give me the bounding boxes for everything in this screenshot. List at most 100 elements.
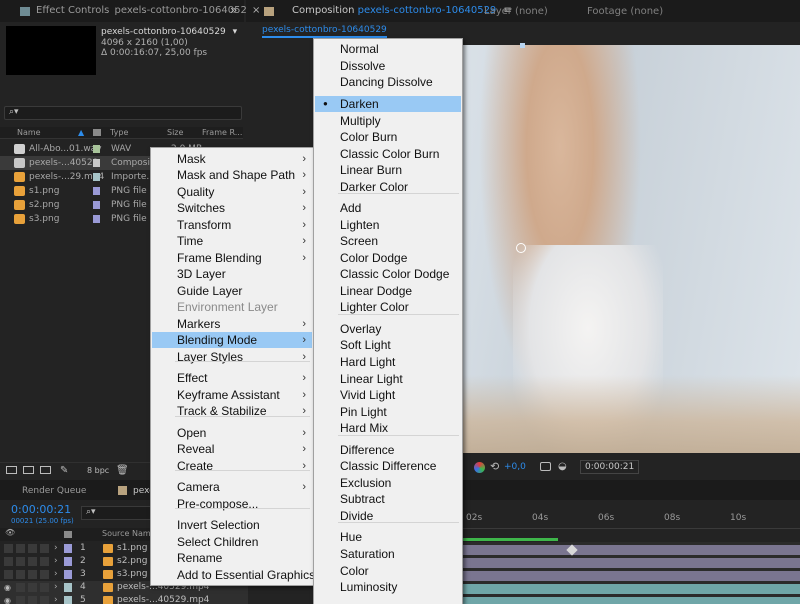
column-frame[interactable]: Frame R... — [202, 128, 242, 137]
context-menu-item[interactable]: Blending Mode › — [152, 332, 312, 348]
anchor-point-icon[interactable] — [516, 243, 526, 253]
track-area[interactable] — [462, 542, 800, 604]
blend-mode-item[interactable]: Hard Mix — [315, 420, 461, 436]
blend-mode-item[interactable]: Color Burn — [315, 129, 461, 145]
context-menu-item[interactable]: Select Children — [152, 534, 312, 550]
visibility-switch[interactable]: ◉ — [4, 583, 13, 592]
blend-mode-item[interactable]: Multiply — [315, 113, 461, 129]
label-color-swatch[interactable] — [93, 201, 100, 209]
comp-flowchart-tab[interactable]: pexels-cottonbro-10640529 — [262, 25, 387, 38]
blend-mode-item[interactable]: Classic Color Burn — [315, 146, 461, 162]
timeline-search-input[interactable]: ⌕▾ — [81, 506, 151, 520]
layer-switch[interactable] — [28, 570, 37, 579]
visibility-switch[interactable] — [4, 557, 13, 566]
blend-mode-item[interactable]: Overlay — [315, 321, 461, 337]
context-menu-item[interactable]: 3D Layer — [152, 266, 312, 282]
blend-mode-item[interactable]: Hue — [315, 529, 461, 545]
context-menu-item[interactable]: Mask and Shape Path › — [152, 167, 312, 183]
blend-mode-item[interactable]: Pin Light — [315, 404, 461, 420]
effect-controls-tab[interactable]: Effect Controls pexels-cottonbro-1064052… — [36, 5, 279, 16]
track-bar-2[interactable] — [462, 558, 800, 568]
layer-label-swatch[interactable] — [64, 596, 72, 604]
bpc-label[interactable]: 8 bpc — [87, 466, 109, 475]
context-menu-item[interactable]: Time › — [152, 233, 312, 249]
adjust-icon[interactable]: ✎ — [60, 465, 68, 476]
context-menu-item[interactable]: Create › — [152, 458, 312, 474]
blend-mode-item[interactable]: Dancing Dissolve — [315, 74, 461, 90]
trash-icon[interactable]: 🗑 — [116, 465, 129, 476]
blend-mode-item[interactable]: Screen — [315, 233, 461, 249]
channel-icon[interactable] — [474, 462, 485, 473]
layer-label-swatch[interactable] — [64, 570, 72, 579]
context-menu-item[interactable]: Transform › — [152, 217, 312, 233]
timeline-layer-row[interactable]: ◉ › 5 pexels-...40529.mp4 — [0, 594, 248, 604]
layer-switch[interactable] — [16, 557, 25, 566]
layer-label-swatch[interactable] — [64, 544, 72, 553]
twirl-arrow-icon[interactable]: › — [54, 555, 58, 568]
work-area-bar[interactable] — [462, 538, 558, 541]
blend-mode-item[interactable]: Saturation — [315, 546, 461, 562]
blend-mode-item[interactable]: Linear Light — [315, 371, 461, 387]
blend-mode-item[interactable]: Exclusion — [315, 475, 461, 491]
blend-mode-item[interactable]: Classic Difference — [315, 458, 461, 474]
layer-switch[interactable] — [40, 596, 49, 604]
context-menu-item[interactable]: Rename — [152, 550, 312, 566]
footage-tab[interactable]: Footage (none) — [587, 6, 663, 17]
blend-mode-item[interactable]: Vivid Light — [315, 387, 461, 403]
track-bar-4[interactable] — [462, 584, 800, 594]
layer-switch[interactable] — [40, 583, 49, 592]
layer-switch[interactable] — [28, 544, 37, 553]
blend-mode-item[interactable]: Soft Light — [315, 337, 461, 353]
comp-tab[interactable]: Composition pexels-cottonbro-10640529 ≡ — [292, 5, 512, 16]
render-queue-tab[interactable]: Render Queue — [22, 486, 86, 496]
column-type[interactable]: Type — [110, 128, 128, 137]
label-color-swatch[interactable] — [93, 173, 100, 181]
layer-switch[interactable] — [16, 596, 25, 604]
context-menu-item[interactable]: Invert Selection — [152, 517, 312, 533]
column-size[interactable]: Size — [167, 128, 183, 137]
track-bar-1[interactable] — [462, 545, 800, 555]
blend-mode-item[interactable]: Dissolve — [315, 58, 461, 74]
project-info-name[interactable]: pexels-cottonbro-10640529 ▾ — [101, 27, 237, 37]
context-menu-item[interactable]: Pre-compose... — [152, 496, 312, 512]
blend-mode-item[interactable]: Normal — [315, 41, 461, 57]
track-bar-3[interactable] — [462, 571, 800, 581]
context-menu-item[interactable]: Open › — [152, 425, 312, 441]
layer-tab[interactable]: Layer (none) — [484, 6, 548, 17]
label-color-swatch[interactable] — [93, 187, 100, 195]
context-menu-item[interactable]: Layer Styles › — [152, 349, 312, 365]
blend-mode-item[interactable]: Color Dodge — [315, 250, 461, 266]
twirl-arrow-icon[interactable]: › — [54, 568, 58, 581]
timeline-timecode[interactable]: 0:00:00:21 — [11, 503, 71, 516]
viewer-timecode[interactable]: 0:00:00:21 — [580, 460, 640, 474]
layer-switch[interactable] — [16, 570, 25, 579]
label-color-swatch[interactable] — [93, 159, 100, 167]
new-folder-icon[interactable] — [23, 466, 34, 474]
show-snapshot-icon[interactable]: ◒ — [558, 461, 567, 472]
interpret-footage-icon[interactable] — [6, 466, 17, 474]
context-menu-item[interactable]: Keyframe Assistant › — [152, 387, 312, 403]
blend-mode-item[interactable]: ● Darken — [315, 96, 461, 112]
layer-label-swatch[interactable] — [64, 583, 72, 592]
layer-switch[interactable] — [16, 583, 25, 592]
layer-label-swatch[interactable] — [64, 557, 72, 566]
layer-switch[interactable] — [28, 557, 37, 566]
visibility-switch[interactable] — [4, 544, 13, 553]
track-bar-5[interactable] — [462, 597, 800, 604]
context-menu-item[interactable]: Mask › — [152, 151, 312, 167]
layer-switch[interactable] — [16, 544, 25, 553]
context-menu-item[interactable]: Add to Essential Graphics — [152, 567, 315, 583]
blend-mode-item[interactable]: Difference — [315, 442, 461, 458]
project-info-dropdown[interactable]: ▾ — [233, 27, 238, 37]
context-menu-item[interactable]: Quality › — [152, 184, 312, 200]
panel-overflow-chevrons[interactable]: » — [230, 3, 237, 17]
blend-mode-item[interactable]: Linear Dodge — [315, 283, 461, 299]
new-comp-icon[interactable] — [40, 466, 51, 474]
context-menu-item[interactable]: Reveal › — [152, 441, 312, 457]
layer-switch[interactable] — [40, 544, 49, 553]
column-name[interactable]: Name — [17, 128, 41, 137]
blend-mode-item[interactable]: Luminosity — [315, 579, 461, 595]
blend-mode-item[interactable]: Color — [315, 563, 461, 579]
blend-mode-item[interactable]: Lighter Color — [315, 299, 461, 315]
context-menu-item[interactable]: Markers › — [152, 316, 312, 332]
